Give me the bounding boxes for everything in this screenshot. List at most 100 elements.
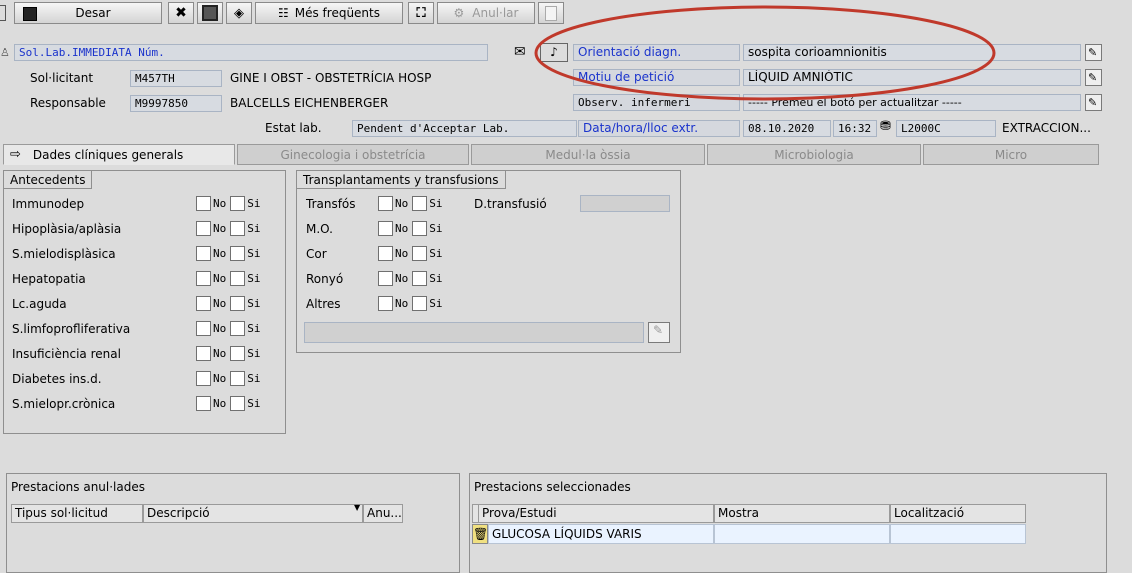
si-label: Si xyxy=(429,197,443,210)
transplant-no-checkbox[interactable] xyxy=(378,296,393,311)
tab-ginecologia[interactable]: Ginecologia i obstetrícia xyxy=(237,144,469,165)
transplant-options: No Si xyxy=(378,221,447,236)
si-label: Si xyxy=(247,347,261,360)
antecedent-no-checkbox[interactable] xyxy=(196,296,211,311)
transplant-no-checkbox[interactable] xyxy=(378,196,393,211)
transplant-options: No Si xyxy=(378,196,447,211)
no-label: No xyxy=(213,397,227,410)
antecedent-no-checkbox[interactable] xyxy=(196,346,211,361)
antecedent-no-checkbox[interactable] xyxy=(196,396,211,411)
transfusio-field[interactable] xyxy=(580,195,670,212)
tab-dades-cliniques[interactable]: ⇨ Dades clíniques generals xyxy=(3,144,235,165)
sel-row-mostra[interactable] xyxy=(714,524,890,544)
antecedent-si-checkbox[interactable] xyxy=(230,221,246,236)
sel-col-prova[interactable]: Prova/Estudi xyxy=(478,504,714,523)
no-label: No xyxy=(213,197,227,210)
antecedent-label: Hepatopatia xyxy=(12,272,86,286)
tab-micro[interactable]: Micro xyxy=(923,144,1099,165)
sel-row-prova[interactable]: GLUCOSA LÍQUIDS VARIS xyxy=(488,524,714,544)
eye-button[interactable]: ◈ xyxy=(226,2,252,24)
data-label: Data/hora/lloc extr. xyxy=(578,120,740,137)
tab-label: Medul·la òssia xyxy=(545,147,631,162)
antecedent-no-checkbox[interactable] xyxy=(196,246,211,261)
responsable-code[interactable]: M9997850 xyxy=(130,95,222,112)
si-label: Si xyxy=(429,247,443,260)
time-value[interactable]: 16:32 xyxy=(833,120,877,137)
eye-icon: ◈ xyxy=(234,5,244,21)
tab-label: Dades clíniques generals xyxy=(32,147,184,162)
window-icon xyxy=(202,5,218,21)
si-label: Si xyxy=(247,397,261,410)
antecedent-no-checkbox[interactable] xyxy=(196,221,211,236)
transplant-si-checkbox[interactable] xyxy=(412,271,428,286)
no-label: No xyxy=(213,247,227,260)
antecedent-si-checkbox[interactable] xyxy=(230,246,246,261)
transplant-si-checkbox[interactable] xyxy=(412,196,428,211)
mail-icon[interactable]: ✉ xyxy=(514,44,526,60)
location-picker-icon[interactable]: ⛃ xyxy=(880,119,891,134)
anulades-col-tipus[interactable]: Tipus sol·licitud xyxy=(11,504,143,523)
search-button[interactable]: ⛶ xyxy=(408,2,434,24)
antecedent-label: Immunodep xyxy=(12,197,85,211)
frequent-button[interactable]: ☷ Més freqüents xyxy=(255,2,403,24)
antecedent-si-checkbox[interactable] xyxy=(230,196,246,211)
tab-medulla[interactable]: Medul·la òssia xyxy=(471,144,705,165)
antecedent-si-checkbox[interactable] xyxy=(230,271,246,286)
edit-orientacio-button[interactable]: ✎ xyxy=(1085,44,1102,61)
window-button[interactable] xyxy=(197,2,223,24)
anulades-col-anu[interactable]: Anu... xyxy=(363,504,403,523)
no-label: No xyxy=(213,297,227,310)
antecedent-si-checkbox[interactable] xyxy=(230,296,246,311)
edit-transplant-notes-button[interactable]: ✎ xyxy=(648,322,670,343)
date-value[interactable]: 08.10.2020 xyxy=(743,120,831,137)
binoculars-icon: ⛶ xyxy=(416,5,426,21)
sel-col-mostra[interactable]: Mostra xyxy=(714,504,890,523)
sollicitant-label: Sol·licitant xyxy=(30,71,94,85)
si-label: Si xyxy=(247,247,261,260)
transplant-notes-field[interactable] xyxy=(304,322,644,343)
si-label: Si xyxy=(247,372,261,385)
antecedent-label: S.mielopr.crònica xyxy=(12,397,116,411)
edit-observ-button[interactable]: ✎ xyxy=(1085,94,1102,111)
antecedent-no-checkbox[interactable] xyxy=(196,271,211,286)
cancel-button[interactable]: ⚙ Anul·lar xyxy=(437,2,535,24)
delete-row-button[interactable]: 🗑 xyxy=(472,524,488,544)
antecedent-si-checkbox[interactable] xyxy=(230,346,246,361)
no-label: No xyxy=(213,372,227,385)
lloc-code[interactable]: L2000C xyxy=(896,120,996,137)
antecedent-label: S.limfoprofliferativa xyxy=(12,322,131,336)
no-label: No xyxy=(395,272,409,285)
antecedent-label: Hipoplàsia/aplàsia xyxy=(12,222,122,236)
sollicitant-code[interactable]: M457TH xyxy=(130,70,222,87)
si-label: Si xyxy=(429,222,443,235)
si-label: Si xyxy=(247,297,261,310)
no-label: No xyxy=(395,197,409,210)
antecedent-si-checkbox[interactable] xyxy=(230,321,246,336)
seleccionades-title: Prestacions seleccionades xyxy=(474,480,631,494)
antecedent-no-checkbox[interactable] xyxy=(196,371,211,386)
tab-label: Microbiologia xyxy=(774,147,854,162)
no-label: No xyxy=(395,222,409,235)
anulades-col-descripcio[interactable]: Descripció xyxy=(143,504,363,523)
sel-col-localitzacio[interactable]: Localització xyxy=(890,504,1026,523)
tab-microbiologia[interactable]: Microbiologia xyxy=(707,144,921,165)
antecedent-no-checkbox[interactable] xyxy=(196,196,211,211)
cancel-x-button[interactable]: ✖ xyxy=(168,2,194,24)
transplant-no-checkbox[interactable] xyxy=(378,246,393,261)
antecedent-si-checkbox[interactable] xyxy=(230,371,246,386)
frequent-label: Més freqüents xyxy=(294,6,380,20)
antecedent-options: No Si xyxy=(196,321,265,336)
transplant-no-checkbox[interactable] xyxy=(378,221,393,236)
responsable-name: BALCELLS EICHENBERGER xyxy=(230,96,389,110)
transplant-options: No Si xyxy=(378,296,447,311)
transplant-si-checkbox[interactable] xyxy=(412,221,428,236)
sel-row-localitzacio[interactable] xyxy=(890,524,1026,544)
save-button[interactable]: Desar xyxy=(14,2,162,24)
antecedent-si-checkbox[interactable] xyxy=(230,396,246,411)
transplant-si-checkbox[interactable] xyxy=(412,246,428,261)
antecedent-options: No Si xyxy=(196,296,265,311)
antecedent-no-checkbox[interactable] xyxy=(196,321,211,336)
transplant-si-checkbox[interactable] xyxy=(412,296,428,311)
edit-motiu-button[interactable]: ✎ xyxy=(1085,69,1102,86)
transplant-no-checkbox[interactable] xyxy=(378,271,393,286)
